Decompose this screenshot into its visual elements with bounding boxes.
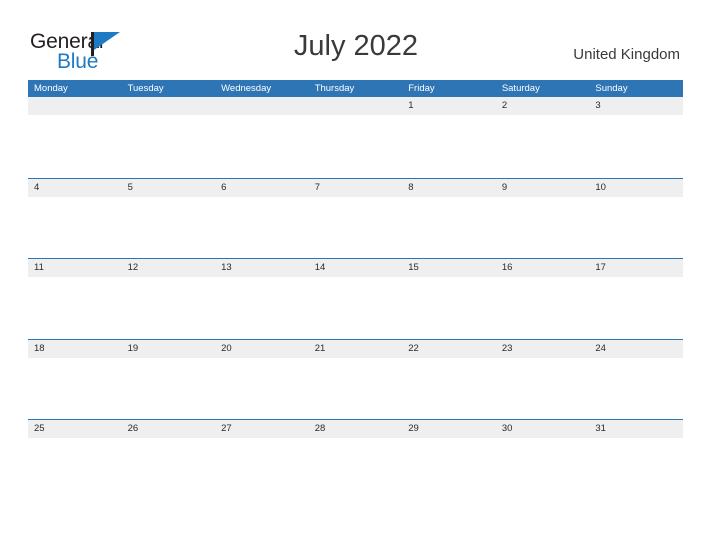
calendar-week-row: 25 26 27 28 29 30 31	[28, 419, 683, 500]
calendar-day-cell[interactable]: 4	[28, 179, 122, 197]
calendar-day-cell[interactable]: 3	[589, 97, 683, 115]
calendar-day-cell[interactable]: 6	[215, 179, 309, 197]
calendar-day-cell[interactable]: 7	[309, 179, 403, 197]
calendar-day-cell[interactable]: 9	[496, 179, 590, 197]
calendar-day-cell[interactable]: 26	[122, 420, 216, 438]
calendar-week-row: 4 5 6 7 8 9 10	[28, 177, 683, 259]
calendar-day-cell[interactable]: 28	[309, 420, 403, 438]
weekday-header-sunday: Sunday	[595, 83, 628, 94]
country-label: United Kingdom	[573, 46, 680, 63]
calendar-day-cell[interactable]: 20	[215, 340, 309, 358]
calendar-day-cell[interactable]: 12	[122, 259, 216, 277]
calendar-day-cell[interactable]: 22	[402, 340, 496, 358]
calendar-day-cell[interactable]: 31	[589, 420, 683, 438]
week-event-area[interactable]	[28, 438, 683, 500]
calendar-day-cell-empty	[28, 97, 122, 115]
weekday-header-friday: Friday	[408, 83, 435, 94]
calendar-day-cell-empty	[122, 97, 216, 115]
calendar-day-cell[interactable]: 25	[28, 420, 122, 438]
calendar-day-cell[interactable]: 5	[122, 179, 216, 197]
calendar-day-cell[interactable]: 30	[496, 420, 590, 438]
page-header: General Blue July 2022 United Kingdom	[0, 0, 712, 80]
calendar-week-rows: 1 2 3 4 5 6 7 8 9 10 11 12 13 14 15 16 17 18 19 20 21 22 23 24 2…	[28, 97, 683, 500]
weekday-header-row: Monday Tuesday Wednesday Thursday Friday Satu…	[28, 80, 683, 97]
calendar-week-row: 11 12 13 14 15 16 17	[28, 258, 683, 339]
week-date-strip: 11 12 13 14 15 16 17	[28, 259, 683, 277]
weekday-header-saturday: Saturday	[501, 83, 540, 94]
calendar-day-cell[interactable]: 21	[309, 340, 403, 358]
calendar-day-cell[interactable]: 13	[215, 259, 309, 277]
calendar-day-cell[interactable]: 14	[309, 259, 403, 277]
week-event-area[interactable]	[28, 357, 683, 420]
calendar-day-cell[interactable]: 1	[402, 97, 496, 115]
week-date-strip: 18 19 20 21 22 23 24	[28, 339, 683, 358]
weekday-header-monday: Monday	[34, 83, 68, 94]
calendar-day-cell-empty	[215, 97, 309, 115]
calendar-day-cell[interactable]: 8	[402, 179, 496, 197]
calendar-day-cell[interactable]: 24	[589, 340, 683, 358]
week-date-strip: 4 5 6 7 8 9 10	[28, 178, 683, 197]
week-date-strip: 25 26 27 28 29 30 31	[28, 420, 683, 438]
weekday-header-wednesday: Wednesday	[221, 83, 272, 94]
calendar-week-row: 18 19 20 21 22 23 24	[28, 338, 683, 420]
calendar-day-cell[interactable]: 27	[215, 420, 309, 438]
weekday-header-tuesday: Tuesday	[127, 83, 164, 94]
week-event-area[interactable]	[28, 115, 683, 177]
calendar-day-cell[interactable]: 10	[589, 179, 683, 197]
week-event-area[interactable]	[28, 277, 683, 339]
calendar-week-row: 123	[28, 97, 683, 178]
calendar-day-cell[interactable]: 18	[28, 340, 122, 358]
calendar-day-cell[interactable]: 23	[496, 340, 590, 358]
week-date-strip: 123	[28, 97, 683, 115]
calendar-day-cell[interactable]: 17	[589, 259, 683, 277]
calendar-day-cell[interactable]: 16	[496, 259, 590, 277]
calendar-day-cell[interactable]: 19	[122, 340, 216, 358]
calendar-grid: Monday Tuesday Wednesday Thursday Friday Satu…	[28, 80, 683, 500]
calendar-day-cell[interactable]: 29	[402, 420, 496, 438]
calendar-day-cell[interactable]: 15	[402, 259, 496, 277]
weekday-header-thursday: Thursday	[314, 83, 355, 94]
calendar-day-cell[interactable]: 11	[28, 259, 122, 277]
calendar-day-cell[interactable]: 2	[496, 97, 590, 115]
week-event-area[interactable]	[28, 196, 683, 259]
calendar-day-cell-empty	[309, 97, 403, 115]
